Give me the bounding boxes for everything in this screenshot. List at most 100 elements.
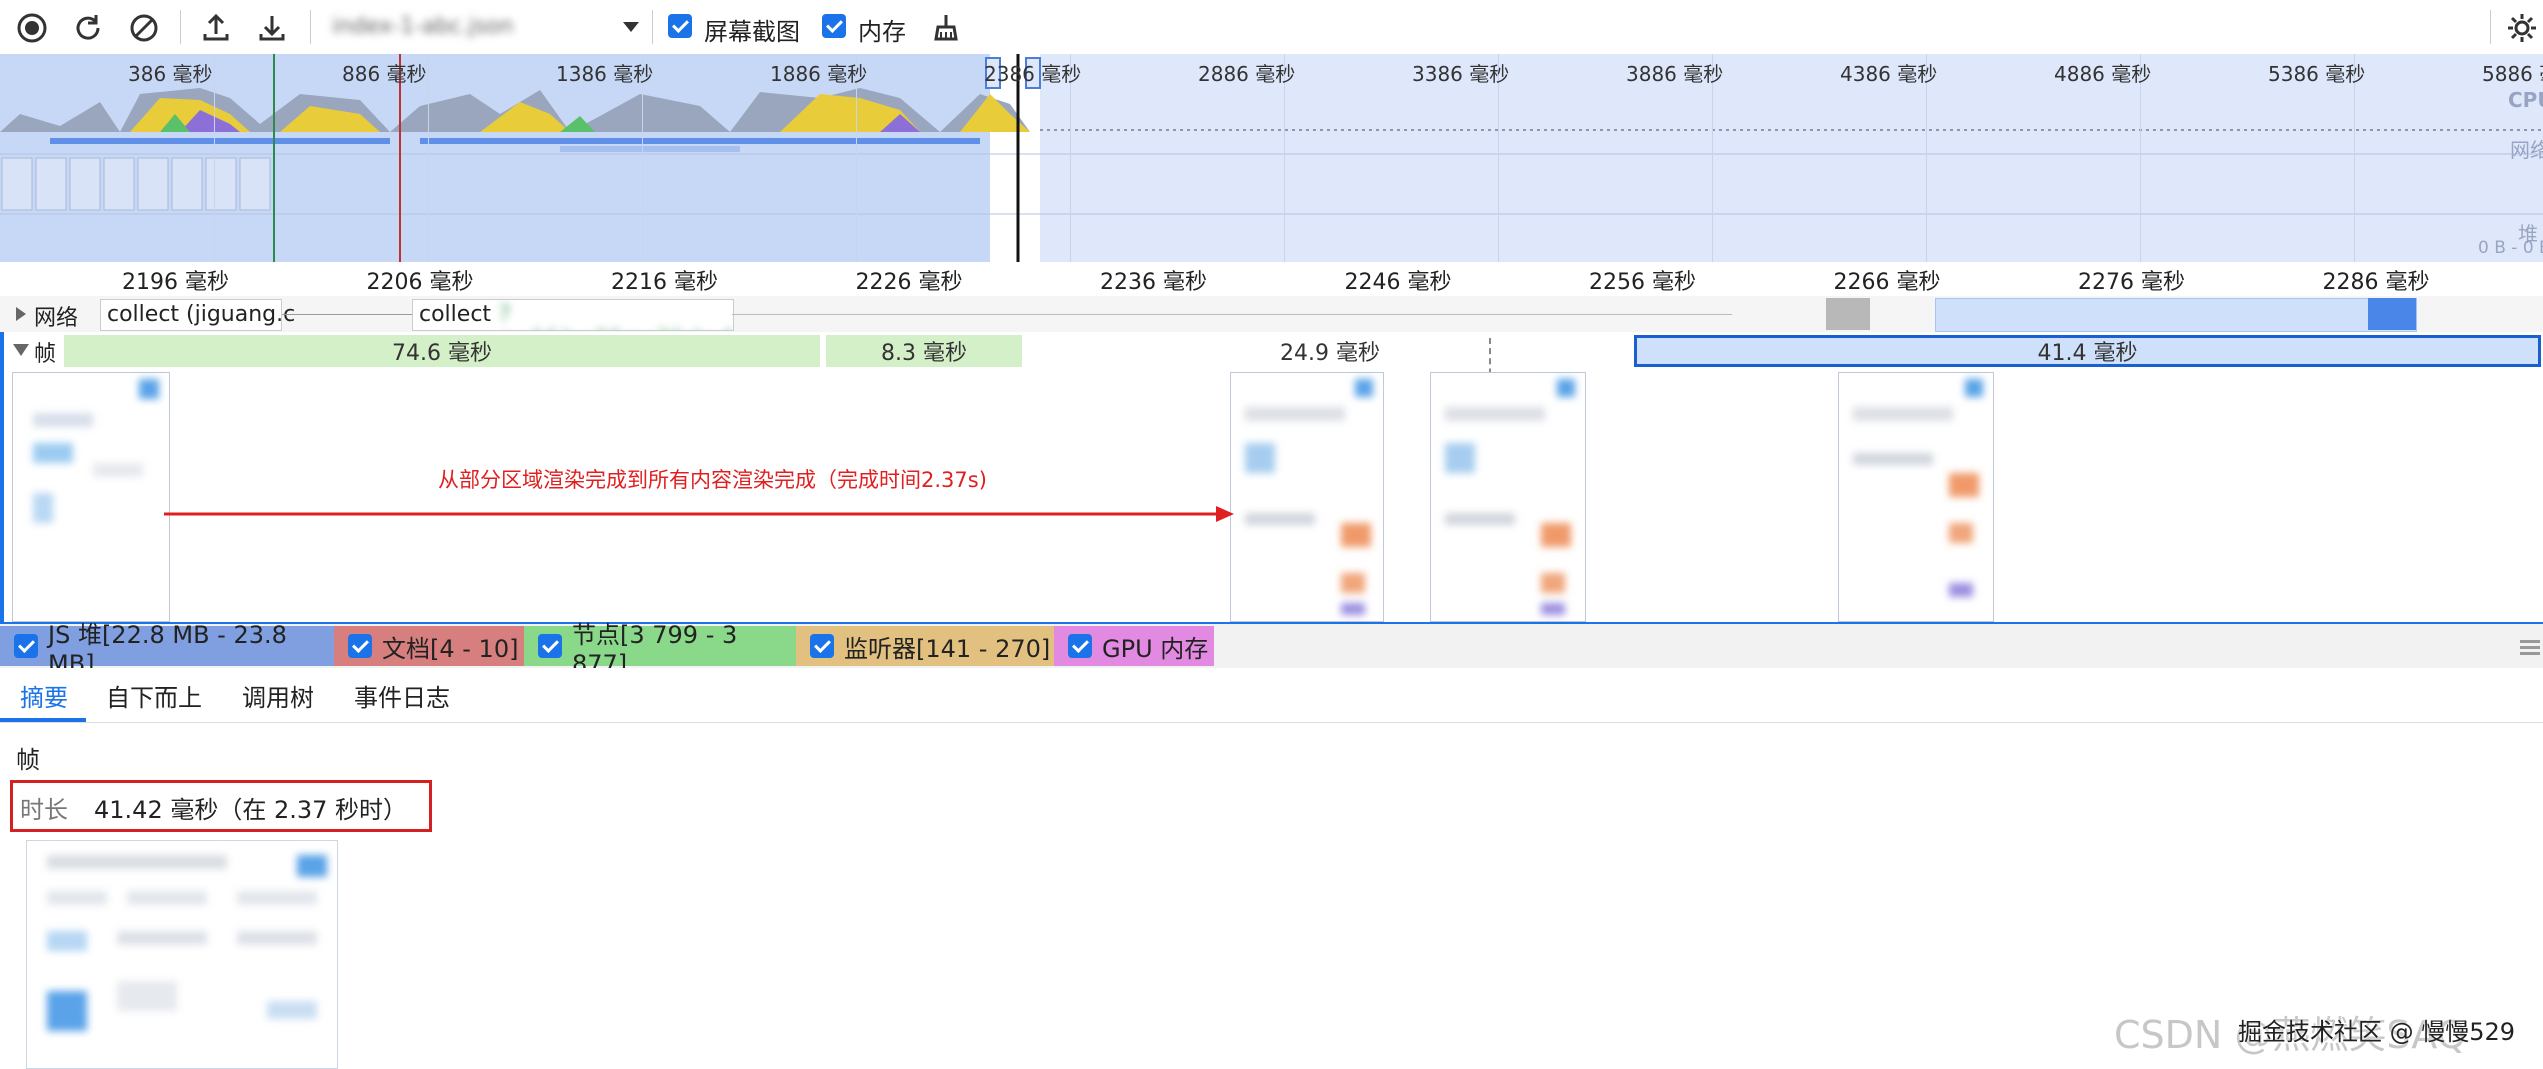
ruler-tick-label: 2196 毫秒 [122, 270, 229, 295]
overview-gridline [214, 54, 215, 262]
overview-tick-label: 1386 毫秒 [556, 62, 654, 86]
overview-tick-label: 886 毫秒 [342, 62, 427, 86]
network-request-3[interactable] [1826, 298, 1870, 330]
profile-select[interactable]: index-1-abc.json [326, 10, 646, 44]
ruler-tick-label: 2226 毫秒 [855, 270, 963, 295]
counter-label: 监听器[141 - 270] [844, 634, 1051, 663]
garbage-collect-button[interactable] [926, 8, 966, 48]
frame-bar-3-label: 24.9 毫秒 [1280, 341, 1380, 366]
clear-button[interactable] [124, 8, 164, 48]
tab-bottom-up[interactable]: 自下而上 [106, 678, 202, 713]
collapse-frames-icon[interactable] [12, 342, 30, 358]
time-ruler: 2196 毫秒 2206 毫秒 2216 毫秒 2226 毫秒 2236 毫秒 2246 … [0, 262, 2543, 297]
memory-counters: JS 堆[22.8 MB - 23.8 MB] 文档[4 - 10] 节点[3 79… [0, 621, 2543, 678]
frame-bar-4-selected[interactable]: 41.4 毫秒 [1634, 335, 2541, 367]
frame-bar-3[interactable]: 24.9 毫秒 [1230, 335, 1430, 367]
counter-toggle[interactable]: 监听器[141 - 270] [796, 626, 1054, 666]
toolbar: index-1-abc.json 屏幕截图 内存 [0, 0, 2543, 55]
frame-screenshot-1[interactable] [12, 372, 170, 622]
overview-tick-label: 4386 毫秒 [1840, 62, 1938, 86]
counter-toggle[interactable]: GPU 内存 [1054, 626, 1214, 666]
counter-toggle[interactable]: 节点[3 799 - 3 877] [524, 621, 796, 678]
ruler-tick-label: 2266 毫秒 [1833, 270, 1941, 295]
download-icon [259, 16, 285, 41]
summary-title: 帧 [16, 746, 40, 774]
network-request-1[interactable]: collect (jiguang.c [100, 299, 295, 331]
overview-tick-label: 4886 毫秒 [2054, 62, 2152, 86]
overview-tick-label: 2386 毫秒 [984, 62, 1082, 86]
overview-tick-label: 1886 毫秒 [770, 62, 868, 86]
tab-summary[interactable]: 摘要 [20, 678, 68, 713]
resize-handle-icon[interactable] [2520, 640, 2540, 643]
network-request-2-url: ?a=1&b=2&c=3&d=4 [499, 302, 733, 330]
tab-call-tree[interactable]: 调用树 [242, 678, 314, 713]
overview-tick-label: 5386 毫秒 [2268, 62, 2366, 86]
memory-checkbox[interactable] [822, 14, 846, 38]
record-button[interactable] [12, 8, 52, 48]
network-request-4[interactable] [1935, 298, 2417, 332]
profile-select-value: index-1-abc.json [332, 14, 514, 39]
counter-checkbox[interactable] [348, 634, 372, 658]
frame-bar-2-label: 8.3 毫秒 [881, 341, 967, 366]
counter-toggle[interactable]: 文档[4 - 10] [334, 626, 524, 666]
juejin-watermark: 掘金技术社区 @ 慢慢529 [2238, 1018, 2516, 1046]
counter-checkbox[interactable] [810, 634, 834, 658]
frame-screenshot-4[interactable] [1838, 372, 1994, 622]
annotation-arrow [164, 506, 1234, 522]
network-track-label: 网络 [34, 306, 79, 331]
screenshots-checkbox[interactable] [668, 14, 692, 38]
reload-record-button[interactable] [68, 8, 108, 48]
annotation-text: 从部分区域渲染完成到所有内容渲染完成（完成时间2.37s) [438, 468, 987, 492]
overview-tick-label: 3886 毫秒 [1626, 62, 1724, 86]
frame-bar-4-label: 41.4 毫秒 [2037, 341, 2138, 366]
network-request-2-label: collect [419, 302, 492, 327]
reload-icon [76, 15, 100, 40]
overview-tick-label: 3386 毫秒 [1412, 62, 1510, 86]
ruler-tick-label: 2256 毫秒 [1589, 270, 1696, 295]
frame-bar-2[interactable]: 8.3 毫秒 [826, 335, 1022, 367]
duration-value: 41.42 毫秒（在 2.37 秒时） [94, 796, 408, 824]
duration-label: 时长 [20, 796, 68, 824]
screenshots-label: 屏幕截图 [704, 18, 800, 46]
chevron-down-icon [623, 22, 639, 32]
ruler-tick-label: 2216 毫秒 [611, 270, 718, 295]
frame-bar-1[interactable]: 74.6 毫秒 [64, 335, 820, 367]
counter-toggle[interactable]: JS 堆[22.8 MB - 23.8 MB] [0, 621, 334, 678]
network-request-5[interactable] [2368, 298, 2416, 330]
frame-bar-1-label: 74.6 毫秒 [392, 341, 492, 366]
ruler-tick-label: 2276 毫秒 [2078, 270, 2185, 295]
frames-track[interactable]: 帧 74.6 毫秒 8.3 毫秒 24.9 毫秒 41.4 毫秒 从部分区域渲染… [0, 332, 2543, 625]
ruler-tick-label: 2246 毫秒 [1344, 270, 1452, 295]
expand-network-icon[interactable] [14, 306, 28, 322]
counter-checkbox[interactable] [14, 634, 38, 658]
timeline-overview[interactable]: CPU 网络 堆 0 B - 0 B 386 毫秒886 毫秒1386 毫秒18… [0, 54, 2543, 262]
net-label: 网络 [2510, 138, 2543, 162]
broom-icon [934, 15, 958, 41]
record-icon [17, 13, 47, 43]
cpu-label: CPU [2508, 88, 2543, 112]
counter-label: GPU 内存 [1102, 634, 1209, 663]
frames-track-label: 帧 [34, 342, 57, 367]
counter-label: 文档[4 - 10] [382, 634, 519, 663]
overview-tick-label: 386 毫秒 [128, 62, 213, 86]
network-track[interactable]: 网络 collect (jiguang.c collect ?a=1&b=2&c… [0, 296, 2543, 333]
ruler-tick-label: 2286 毫秒 [2322, 270, 2430, 295]
summary-screenshot[interactable] [26, 840, 338, 1069]
download-profile-button[interactable] [252, 8, 292, 48]
counter-checkbox[interactable] [1068, 634, 1092, 658]
overview-tick-label: 5886 毫秒 [2482, 62, 2543, 86]
network-request-2[interactable]: collect ?a=1&b=2&c=3&d=4 [412, 299, 734, 331]
network-request-1-label: collect (jiguang.c [107, 302, 296, 327]
settings-button[interactable] [2502, 8, 2542, 48]
heap-range: 0 B - 0 B [2478, 238, 2543, 258]
counter-checkbox[interactable] [538, 634, 562, 658]
frame-screenshot-3[interactable] [1430, 372, 1586, 622]
overview-tick-label: 2886 毫秒 [1198, 62, 1296, 86]
upload-profile-button[interactable] [196, 8, 236, 48]
upload-icon [203, 13, 229, 41]
overview-gridline [428, 54, 429, 262]
gear-icon [2508, 14, 2536, 42]
tab-event-log[interactable]: 事件日志 [354, 678, 450, 713]
frame-screenshot-2[interactable] [1230, 372, 1384, 622]
details-tabs: 摘要 自下而上 调用树 事件日志 [0, 668, 2543, 723]
